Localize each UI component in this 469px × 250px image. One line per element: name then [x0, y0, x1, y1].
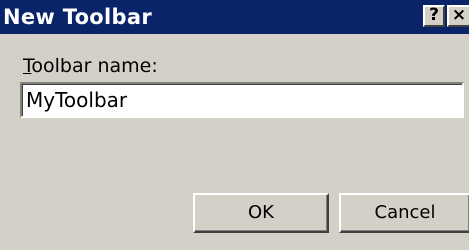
toolbar-name-label: Toolbar name:	[23, 55, 158, 77]
toolbar-name-input[interactable]: MyToolbar	[20, 82, 464, 118]
title-bar: New Toolbar ? ×	[0, 0, 469, 34]
close-button[interactable]: ×	[447, 5, 469, 27]
cancel-button[interactable]: Cancel	[339, 193, 469, 233]
label-text: oolbar name:	[31, 55, 158, 77]
dialog-title: New Toolbar	[3, 5, 152, 29]
new-toolbar-dialog: New Toolbar ? × Toolbar name: MyToolbar …	[0, 0, 469, 250]
ok-button[interactable]: OK	[193, 193, 329, 233]
help-button[interactable]: ?	[423, 5, 445, 27]
